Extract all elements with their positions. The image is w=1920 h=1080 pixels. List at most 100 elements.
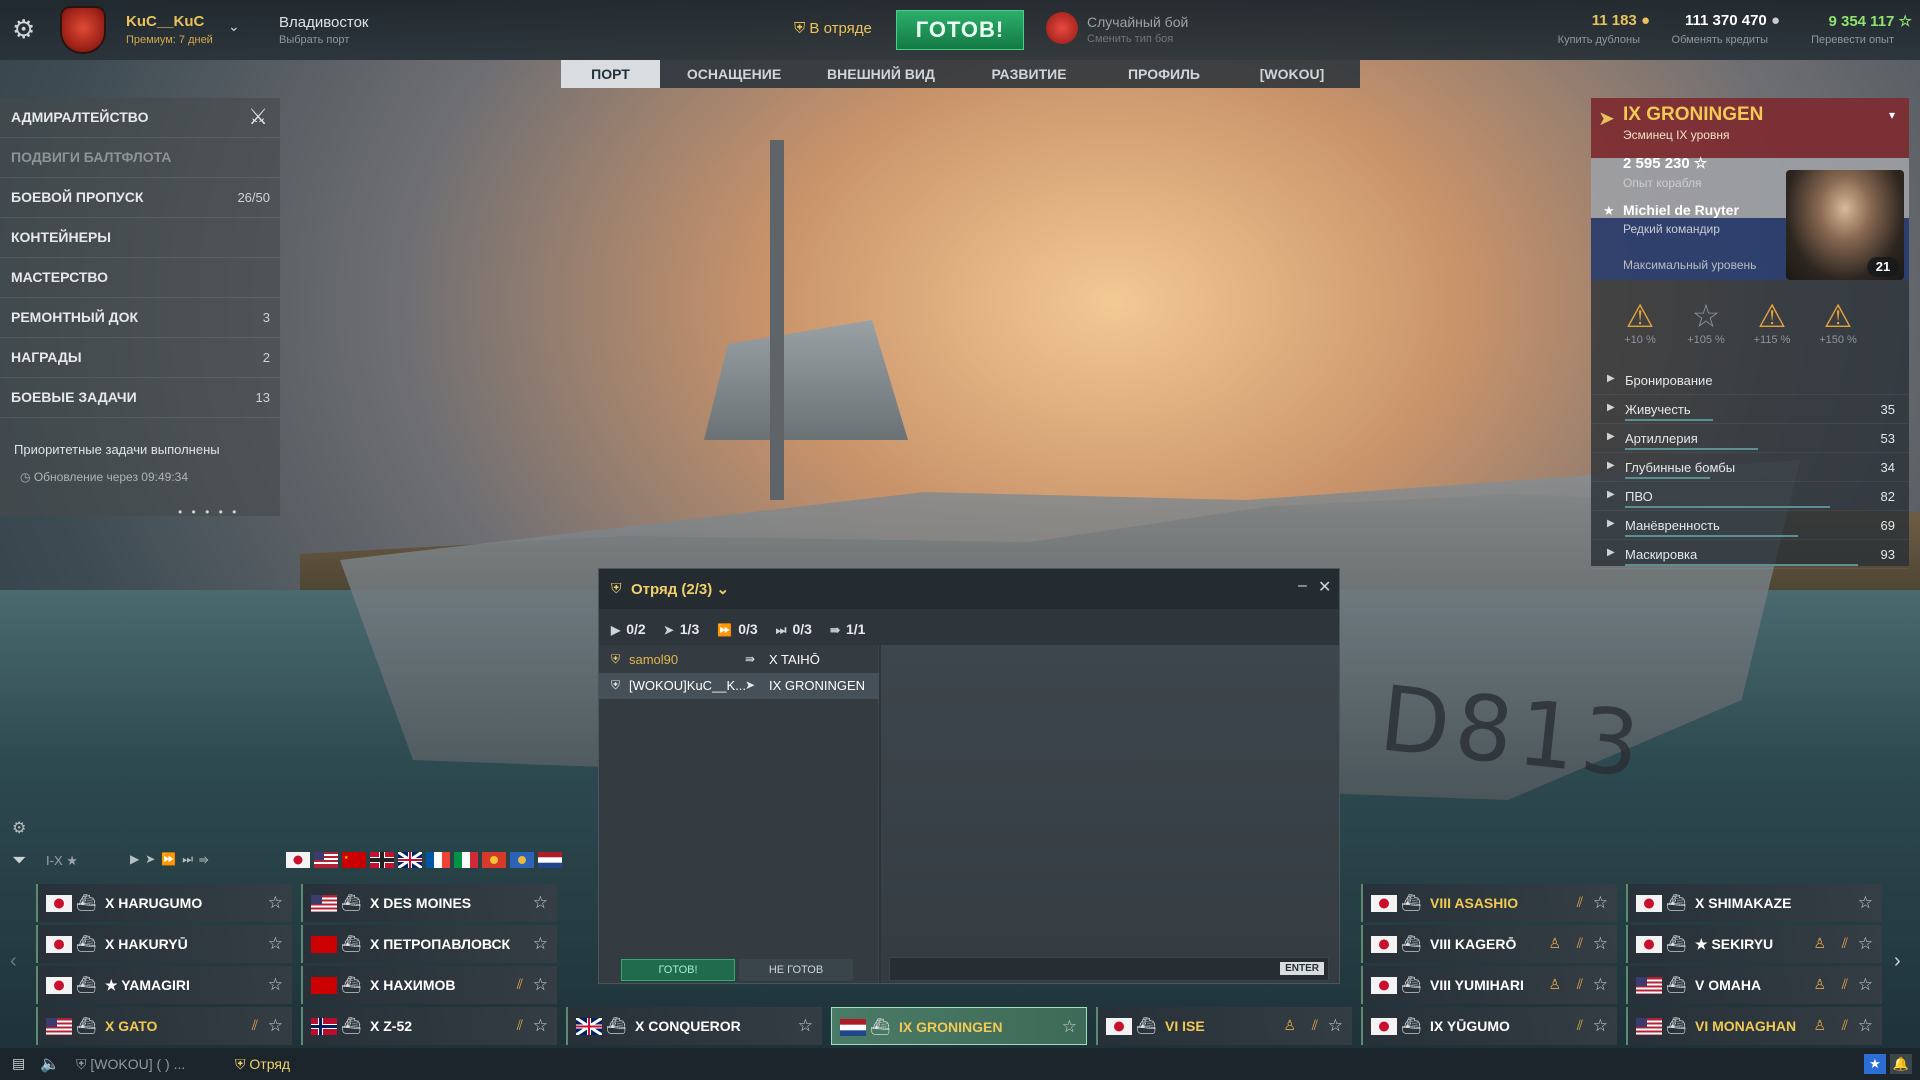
stat-row[interactable]: ▶ Живучесть 35 bbox=[1591, 395, 1909, 424]
flag-germany-icon[interactable] bbox=[370, 852, 394, 868]
filter-destroyers[interactable]: ➤ 1/3 bbox=[664, 621, 700, 638]
flag-usa-icon[interactable] bbox=[314, 852, 338, 868]
star-outline-icon[interactable]: ☆ bbox=[533, 893, 548, 913]
menu-item-rewards[interactable]: НАГРАДЫ 2 bbox=[0, 338, 280, 378]
tier-filter[interactable]: I-X ★ bbox=[46, 853, 78, 869]
division-member-row[interactable]: ⛨ [WOKOU]KuC__K... ➤ IX GRONINGEN bbox=[599, 673, 879, 699]
ship-card[interactable]: ⛴ X HAKURYŪ ☆ bbox=[36, 925, 292, 963]
ship-card[interactable]: ⛴ IX YŪGUMO ⫽ ☆ bbox=[1361, 1007, 1617, 1045]
tab-equipment[interactable]: ОСНАЩЕНИЕ bbox=[660, 60, 808, 88]
flag-france-icon[interactable] bbox=[426, 852, 450, 868]
clan-chat-tab[interactable]: ⛨ [WOKOU] ( ) ... bbox=[76, 1056, 185, 1073]
carousel-left-arrow-icon[interactable]: ‹ bbox=[10, 950, 17, 973]
ship-card[interactable]: ⛴ X ПЕТРОПАВЛОВСК ☆ bbox=[301, 925, 557, 963]
star-outline-icon[interactable]: ☆ bbox=[533, 975, 548, 995]
modifier-slot[interactable]: ☆ +105 % bbox=[1681, 298, 1731, 346]
player-name[interactable]: KuC__KuC bbox=[126, 13, 204, 30]
filter-submarines[interactable]: ▶ 0/2 bbox=[611, 621, 646, 638]
ship-card[interactable]: ⛴ X НАХИМОВ ⫽ ☆ bbox=[301, 966, 557, 1004]
division-ready-button[interactable]: ГОТОВ! bbox=[621, 959, 735, 981]
star-outline-icon[interactable]: ☆ bbox=[268, 1016, 283, 1036]
division-chat-tab[interactable]: ⛨ Отряд bbox=[235, 1056, 290, 1073]
division-status[interactable]: ⛨ В отряде bbox=[794, 20, 872, 37]
star-outline-icon[interactable]: ☆ bbox=[1858, 893, 1873, 913]
flag-netherlands-icon[interactable] bbox=[538, 852, 562, 868]
doubloons-balance[interactable]: 11 183 ● bbox=[1530, 12, 1650, 29]
star-outline-icon[interactable]: ☆ bbox=[798, 1016, 813, 1036]
menu-item-baltic-feats[interactable]: ПОДВИГИ БАЛТФЛОТА bbox=[0, 138, 280, 178]
filter-carriers[interactable]: ⇛ 1/1 bbox=[830, 621, 866, 638]
star-outline-icon[interactable]: ☆ bbox=[1858, 975, 1873, 995]
tab-port[interactable]: ПОРТ bbox=[561, 60, 660, 88]
battle-mode-icon[interactable] bbox=[1046, 12, 1078, 44]
favorites-star-icon[interactable]: ★ bbox=[1864, 1054, 1886, 1074]
stat-row[interactable]: ▶ ПВО 82 bbox=[1591, 482, 1909, 511]
star-outline-icon[interactable]: ☆ bbox=[1593, 934, 1608, 954]
chevron-down-icon[interactable]: ⌄ bbox=[228, 18, 240, 35]
division-window-header[interactable]: ⛨ Отряд (2/3) ⌄ – ✕ bbox=[599, 569, 1339, 609]
flag-japan-icon[interactable] bbox=[286, 852, 310, 868]
filter-funnel-icon[interactable]: ⏷ bbox=[12, 850, 26, 871]
ship-card[interactable]: ⛴ X GATO ⫽ ☆ bbox=[36, 1007, 292, 1045]
tab-clan[interactable]: [WOKOU] bbox=[1224, 60, 1360, 88]
settings-gear-icon[interactable]: ⚙ bbox=[12, 16, 38, 42]
stat-row[interactable]: ▶ Глубинные бомбы 34 bbox=[1591, 453, 1909, 482]
pagination-dots[interactable]: • • • • • bbox=[178, 505, 239, 519]
modifier-slot[interactable]: ⚠ +10 % bbox=[1615, 298, 1665, 346]
flag-uk-icon[interactable] bbox=[398, 852, 422, 868]
flag-panasia-icon[interactable] bbox=[482, 852, 506, 868]
ship-card[interactable]: ⛴ VIII YUMIHARI ⫽ ♙ ☆ bbox=[1361, 966, 1617, 1004]
menu-item-mastery[interactable]: МАСТЕРСТВО bbox=[0, 258, 280, 298]
stat-row[interactable]: ▶ Манёвренность 69 bbox=[1591, 511, 1909, 540]
choose-port-link[interactable]: Выбрать порт bbox=[279, 34, 349, 46]
star-outline-icon[interactable]: ☆ bbox=[268, 893, 283, 913]
flag-ussr-icon[interactable]: ★ bbox=[342, 852, 366, 868]
free-xp-balance[interactable]: 9 354 117 ☆ bbox=[1780, 12, 1912, 30]
ship-card[interactable]: ⛴ X HARUGUMO ☆ bbox=[36, 884, 292, 922]
chat-icon[interactable]: ▤ bbox=[12, 1055, 25, 1072]
filter-battleships[interactable]: ⏭ 0/3 bbox=[776, 621, 812, 638]
division-member-row[interactable]: ⛨ samol90 ⇛ X TAIHŌ bbox=[599, 647, 879, 673]
battle-mode-name[interactable]: Случайный бой bbox=[1087, 14, 1188, 30]
priority-tasks-status[interactable]: Приоритетные задачи выполнены bbox=[14, 442, 220, 457]
close-icon[interactable]: ✕ bbox=[1318, 577, 1331, 597]
division-title[interactable]: Отряд (2/3) ⌄ bbox=[631, 580, 729, 598]
credits-balance[interactable]: 111 370 470 ● bbox=[1640, 12, 1780, 29]
ship-card[interactable]: ⛴ VIII ASASHIO ⫽ ☆ bbox=[1361, 884, 1617, 922]
ship-card[interactable]: ⛴ X SHIMAKAZE ☆ bbox=[1626, 884, 1882, 922]
ship-card[interactable]: ⛴ VI ISE ⫽ ♙ ☆ bbox=[1096, 1007, 1352, 1045]
division-chat-input[interactable]: ENTER bbox=[889, 957, 1329, 981]
ship-card[interactable]: ⛴ ★ SEKIRYU ⫽ ♙ ☆ bbox=[1626, 925, 1882, 963]
ship-card[interactable]: ⛴ IX GRONINGEN ☆ bbox=[831, 1007, 1087, 1045]
ready-button[interactable]: ГОТОВ! bbox=[896, 10, 1024, 50]
tab-appearance[interactable]: ВНЕШНИЙ ВИД bbox=[808, 60, 954, 88]
ship-card[interactable]: ⛴ X CONQUEROR ☆ bbox=[566, 1007, 822, 1045]
menu-item-admiralty[interactable]: АДМИРАЛТЕЙСТВО ⚔ bbox=[0, 98, 280, 138]
menu-item-combat-missions[interactable]: БОЕВЫЕ ЗАДАЧИ 13 bbox=[0, 378, 280, 418]
carousel-right-arrow-icon[interactable]: › bbox=[1894, 950, 1901, 973]
star-outline-icon[interactable]: ☆ bbox=[1328, 1016, 1343, 1036]
exchange-credits-link[interactable]: Обменять кредиты bbox=[1640, 34, 1768, 46]
star-outline-icon[interactable]: ☆ bbox=[1593, 975, 1608, 995]
ship-card[interactable]: ⛴ V OMAHA ⫽ ♙ ☆ bbox=[1626, 966, 1882, 1004]
star-outline-icon[interactable]: ☆ bbox=[1593, 893, 1608, 913]
filter-cruisers[interactable]: ⏩ 0/3 bbox=[717, 621, 757, 638]
tab-development[interactable]: РАЗВИТИЕ bbox=[954, 60, 1104, 88]
star-outline-icon[interactable]: ☆ bbox=[1062, 1017, 1077, 1037]
star-outline-icon[interactable]: ☆ bbox=[533, 1016, 548, 1036]
stat-row[interactable]: ▶ Маскировка 93 bbox=[1591, 540, 1909, 569]
commander-name[interactable]: Michiel de Ruyter bbox=[1623, 202, 1739, 218]
tab-profile[interactable]: ПРОФИЛЬ bbox=[1104, 60, 1224, 88]
menu-item-battle-pass[interactable]: БОЕВОЙ ПРОПУСК 26/50 bbox=[0, 178, 280, 218]
carousel-settings-icon[interactable]: ⚙ bbox=[12, 818, 26, 838]
stat-row[interactable]: ▶ Бронирование bbox=[1591, 366, 1909, 395]
ship-card[interactable]: ⛴ VIII KAGERŌ ⫽ ♙ ☆ bbox=[1361, 925, 1617, 963]
change-mode-link[interactable]: Сменить тип боя bbox=[1087, 33, 1173, 45]
star-outline-icon[interactable]: ☆ bbox=[1858, 934, 1873, 954]
ship-card[interactable]: ⛴ X Z-52 ⫽ ☆ bbox=[301, 1007, 557, 1045]
modifier-slot[interactable]: ⚠ +150 % bbox=[1813, 298, 1863, 346]
clan-emblem-icon[interactable] bbox=[60, 6, 106, 54]
ship-card[interactable]: ⛴ ★ YAMAGIRI ☆ bbox=[36, 966, 292, 1004]
flag-italy-icon[interactable] bbox=[454, 852, 478, 868]
star-outline-icon[interactable]: ☆ bbox=[268, 934, 283, 954]
